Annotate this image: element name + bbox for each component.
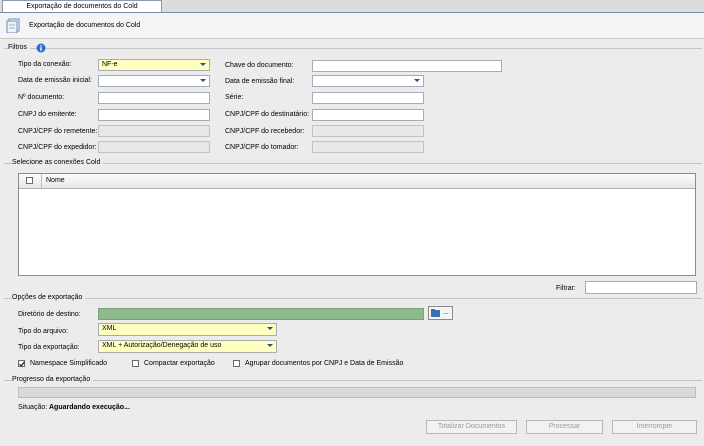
numero-documento-label: Nº documento: <box>18 94 65 101</box>
progresso-title: Progresso da exportação <box>12 375 94 385</box>
browse-label: ... <box>443 309 449 316</box>
tipo-conexao-select[interactable]: NF-e <box>98 59 210 71</box>
folder-icon <box>431 309 440 317</box>
filtros-title: Filtros <box>8 43 31 53</box>
info-icon[interactable] <box>36 43 46 53</box>
chevron-down-icon <box>414 79 420 82</box>
cnpj-emitente-input[interactable] <box>98 109 210 121</box>
diretorio-input[interactable] <box>98 308 424 320</box>
agrupar-label: Agrupar documentos por CNPJ e Data de Em… <box>245 360 404 367</box>
page-header: Exportação de documentos do Cold <box>0 13 704 39</box>
numero-documento-input[interactable] <box>98 92 210 104</box>
data-emissao-final-picker[interactable] <box>312 75 424 87</box>
cnpj-recebedor-input[interactable] <box>312 125 424 137</box>
tab-exportacao[interactable]: Exportação de documentos do Cold <box>2 0 162 12</box>
grid-header-checkbox-cell <box>19 174 42 188</box>
situacao-value: Aguardando execução... <box>49 404 130 411</box>
serie-input[interactable] <box>312 92 424 104</box>
checkmark-icon <box>19 361 25 367</box>
chevron-down-icon <box>267 344 273 347</box>
filtros-divider <box>4 48 702 49</box>
interromper-button[interactable]: Interromper <box>612 420 697 434</box>
opcoes-divider <box>4 298 702 299</box>
cnpj-expedidor-input[interactable] <box>98 141 210 153</box>
serie-label: Série: <box>225 94 244 101</box>
compactar-label: Compactar exportação <box>144 360 215 367</box>
namespace-label: Namespace Simplificado <box>30 360 108 367</box>
progress-bar <box>18 387 696 398</box>
select-all-checkbox[interactable] <box>26 177 33 184</box>
tab-bar: Exportação de documentos do Cold <box>0 0 704 13</box>
page-title: Exportação de documentos do Cold <box>29 22 141 29</box>
compactar-checkbox[interactable] <box>132 360 139 367</box>
cnpj-recebedor-label: CNPJ/CPF do recebedor: <box>225 128 305 135</box>
namespace-checkbox[interactable] <box>18 360 25 367</box>
situacao-label: Situação: <box>18 404 48 411</box>
tipo-arquivo-select[interactable]: XML <box>98 323 277 336</box>
data-emissao-final-label: Data de emissão final: <box>225 78 295 85</box>
cnpj-destinatario-label: CNPJ/CPF do destinatário: <box>225 111 310 118</box>
conexoes-grid[interactable]: Nome <box>18 173 696 276</box>
browse-button[interactable]: ... <box>428 306 453 320</box>
totalizar-documentos-button[interactable]: Totalizar Documentos <box>426 420 517 434</box>
chave-documento-input[interactable] <box>312 60 502 72</box>
tipo-exportacao-label: Tipo da exportação: <box>18 344 80 351</box>
cnpj-tomador-input[interactable] <box>312 141 424 153</box>
chevron-down-icon <box>200 63 206 66</box>
diretorio-label: Diretório de destino: <box>18 311 81 318</box>
tipo-conexao-value: NF-e <box>102 61 118 68</box>
tipo-exportacao-select[interactable]: XML + Autorização/Denegação de uso <box>98 340 277 353</box>
grid-header: Nome <box>19 174 695 189</box>
conexoes-divider <box>4 163 702 164</box>
cnpj-remetente-label: CNPJ/CPF do remetente: <box>18 128 98 135</box>
data-emissao-inicial-label: Data de emissão inicial: <box>18 77 92 84</box>
data-emissao-inicial-picker[interactable] <box>98 75 210 87</box>
tipo-exportacao-value: XML + Autorização/Denegação de uso <box>102 342 222 349</box>
filtrar-input[interactable] <box>585 281 697 294</box>
column-nome[interactable]: Nome <box>46 176 65 186</box>
cnpj-remetente-input[interactable] <box>98 125 210 137</box>
conexoes-title: Selecione as conexões Cold <box>12 158 104 168</box>
document-icon <box>6 18 20 33</box>
filtrar-label: Filtrar: <box>556 285 576 292</box>
progresso-divider <box>4 380 702 381</box>
opcoes-title: Opções de exportação <box>12 293 86 303</box>
tipo-conexao-label: Tipo da conexão: <box>18 61 72 68</box>
chave-documento-label: Chave do documento: <box>225 62 294 69</box>
tipo-arquivo-label: Tipo do arquivo: <box>18 328 68 335</box>
chevron-down-icon <box>200 79 206 82</box>
processar-button[interactable]: Processar <box>526 420 603 434</box>
cnpj-tomador-label: CNPJ/CPF do tomador: <box>225 144 299 151</box>
cnpj-emitente-label: CNPJ do emitente: <box>18 111 77 118</box>
agrupar-checkbox[interactable] <box>233 360 240 367</box>
chevron-down-icon <box>267 327 273 330</box>
tipo-arquivo-value: XML <box>102 325 117 332</box>
cnpj-expedidor-label: CNPJ/CPF do expedidor: <box>18 144 97 151</box>
cnpj-destinatario-input[interactable] <box>312 109 424 121</box>
